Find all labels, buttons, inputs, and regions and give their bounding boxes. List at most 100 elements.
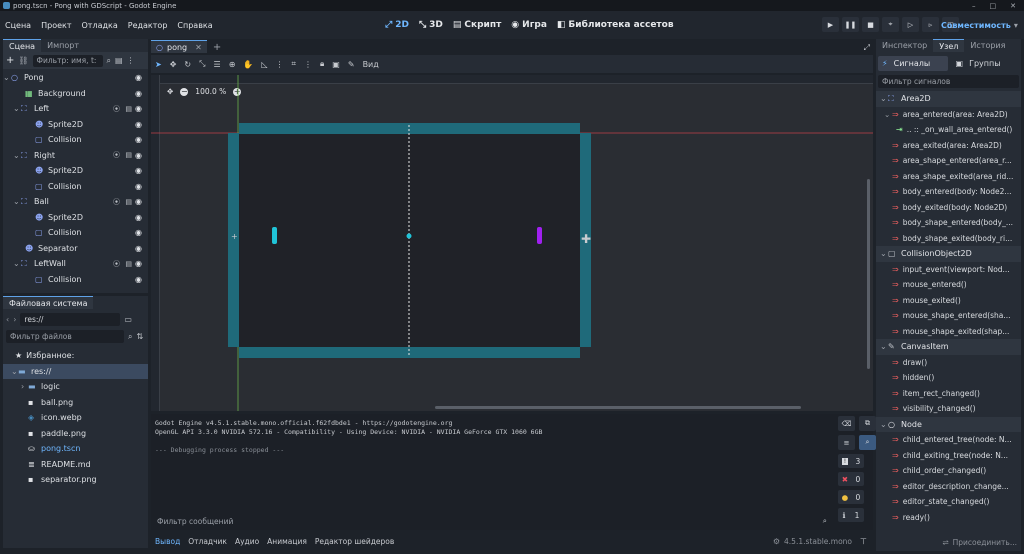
- menu-project[interactable]: Проект: [36, 21, 76, 30]
- visibility-eye-icon[interactable]: ◉: [135, 259, 144, 268]
- scene-node-row[interactable]: ☻ Sprite2D ◉: [3, 117, 148, 133]
- warning-counter[interactable]: ● 0: [838, 490, 864, 504]
- tab-history[interactable]: История: [964, 39, 1011, 52]
- pause-button[interactable]: ❚❚: [842, 17, 859, 32]
- copy-output-button[interactable]: ⧉: [859, 416, 876, 431]
- signal-row[interactable]: ⇒ item_rect_changed(): [876, 386, 1021, 402]
- signal-filter-input[interactable]: Фильтр сигналов: [878, 75, 1019, 88]
- tab-groups[interactable]: ▣ Группы: [950, 56, 1020, 71]
- forward-icon[interactable]: ›: [13, 315, 16, 324]
- signal-row[interactable]: ⇒ input_event(viewport: Nod...: [876, 262, 1021, 278]
- message-counter[interactable]: ! 3: [838, 454, 864, 468]
- visibility-eye-icon[interactable]: ◉: [135, 73, 144, 82]
- script-button[interactable]: ▤ Скрипт: [453, 20, 501, 30]
- favorites-row[interactable]: ★ Избранное:: [3, 348, 148, 364]
- view-menu[interactable]: Вид: [363, 60, 379, 69]
- chevron-down-icon[interactable]: ⌄: [13, 151, 21, 160]
- signal-class-header[interactable]: ⌄ ⛶ Area2D: [876, 91, 1021, 107]
- script-attach-icon[interactable]: ▤: [115, 56, 123, 65]
- chevron-down-icon[interactable]: ⌄: [11, 367, 18, 376]
- close-tab-icon[interactable]: ✕: [195, 41, 202, 54]
- scene-node-row[interactable]: ⌄ ○ Pong ◉: [3, 70, 148, 86]
- fs-filter-input[interactable]: Фильтр файлов: [6, 330, 124, 343]
- snap-options-icon[interactable]: ⋮: [304, 60, 312, 69]
- signal-row[interactable]: ⇒ hidden(): [876, 370, 1021, 386]
- signal-row[interactable]: ⇒ draw(): [876, 355, 1021, 371]
- scene-node-row[interactable]: ☻ Separator ◉: [3, 241, 148, 257]
- search-icon[interactable]: ⌕: [128, 332, 132, 342]
- group-icon[interactable]: ▣: [332, 60, 340, 69]
- menu-debug[interactable]: Отладка: [77, 21, 123, 30]
- split-view-icon[interactable]: ▭: [124, 315, 132, 324]
- tab-output[interactable]: Вывод: [151, 537, 184, 546]
- tab-pong-scene[interactable]: ○ pong ✕: [151, 40, 207, 53]
- play-scene-button[interactable]: ▷: [902, 17, 919, 32]
- stop-button[interactable]: ■: [862, 17, 879, 32]
- signal-connected-icon[interactable]: ⦿: [113, 259, 120, 269]
- ruler-tool-icon[interactable]: ◺: [261, 60, 267, 69]
- search-icon[interactable]: ⌕: [107, 56, 111, 66]
- lock-icon[interactable]: 🔒︎: [320, 59, 324, 69]
- fs-item[interactable]: ▪ paddle.png: [3, 426, 148, 442]
- h-scrollbar[interactable]: [435, 406, 801, 409]
- fs-item[interactable]: › ▬ logic: [3, 379, 148, 395]
- list-tool-icon[interactable]: ☰: [214, 60, 221, 69]
- signal-row[interactable]: ⇒ body_entered(body: Node2...: [876, 184, 1021, 200]
- collapse-button[interactable]: ≡: [838, 435, 855, 450]
- signal-row[interactable]: ⇒ ready(): [876, 510, 1021, 526]
- chevron-down-icon[interactable]: ⌄: [13, 104, 21, 113]
- signal-row[interactable]: ⇒ child_entered_tree(node: N...: [876, 432, 1021, 448]
- smart-snap-icon[interactable]: ⋮: [276, 60, 284, 69]
- pan-tool-icon[interactable]: ✋: [243, 60, 253, 69]
- visibility-eye-icon[interactable]: ◉: [135, 104, 144, 113]
- signal-class-header[interactable]: ⌄ ✎ CanvasItem: [876, 339, 1021, 355]
- sort-icon[interactable]: ⇅: [136, 332, 143, 341]
- add-node-icon[interactable]: +: [6, 55, 14, 66]
- tab-node[interactable]: Узел: [933, 39, 965, 52]
- signal-connected-icon[interactable]: ⦿: [113, 104, 120, 114]
- bone-icon[interactable]: ✎: [348, 60, 355, 69]
- game-button[interactable]: ◉ Игра: [511, 20, 547, 30]
- select-tool-icon[interactable]: ➤: [155, 60, 162, 69]
- scene-node-row[interactable]: ⌄ ⛶ Ball ⦿ ▤ ◉: [3, 194, 148, 210]
- output-filter-input[interactable]: Фильтр сообщений ⌕: [153, 514, 831, 528]
- signal-row[interactable]: ⇒ editor_description_change...: [876, 479, 1021, 495]
- signal-row[interactable]: ⇒ mouse_entered(): [876, 277, 1021, 293]
- signal-row[interactable]: ⇒ child_order_changed(): [876, 463, 1021, 479]
- signal-row[interactable]: ⇒ visibility_changed(): [876, 401, 1021, 417]
- fs-item[interactable]: ▪ ball.png: [3, 395, 148, 411]
- move-tool-icon[interactable]: ✥: [170, 60, 177, 69]
- fs-item[interactable]: ⌄ ▬ res://: [3, 363, 148, 379]
- signal-row[interactable]: ⇒ editor_state_changed(): [876, 494, 1021, 510]
- signal-row[interactable]: ⇒ body_exited(body: Node2D): [876, 200, 1021, 216]
- tab-filesystem[interactable]: Файловая система: [3, 296, 94, 309]
- signal-class-header[interactable]: ⌄ ▢ CollisionObject2D: [876, 246, 1021, 262]
- renderer-compatibility[interactable]: Совместимость ▾: [941, 11, 1018, 39]
- scene-filter-input[interactable]: Фильтр: имя, t:: [32, 54, 103, 67]
- pivot-tool-icon[interactable]: ⊕: [229, 60, 236, 69]
- visibility-eye-icon[interactable]: ◉: [135, 166, 144, 175]
- signal-row[interactable]: ⇒ mouse_shape_entered(sha...: [876, 308, 1021, 324]
- scene-node-row[interactable]: ⌄ ⛶ Left ⦿ ▤ ◉: [3, 101, 148, 117]
- fs-item[interactable]: ▪ separator.png: [3, 472, 148, 488]
- rotate-tool-icon[interactable]: ↻: [184, 60, 191, 69]
- scene-node-row[interactable]: ☻ Sprite2D ◉: [3, 210, 148, 226]
- signal-row[interactable]: ⇒ body_shape_exited(body_ri...: [876, 231, 1021, 247]
- tab-scene[interactable]: Сцена: [3, 39, 42, 52]
- visibility-eye-icon[interactable]: ◉: [135, 275, 144, 284]
- tab-audio[interactable]: Аудио: [231, 537, 263, 546]
- script-icon[interactable]: ▤: [125, 151, 132, 159]
- menu-editor[interactable]: Редактор: [123, 21, 173, 30]
- play-custom-button[interactable]: ▹: [922, 17, 939, 32]
- script-icon[interactable]: ▤: [125, 105, 132, 113]
- visibility-eye-icon[interactable]: ◉: [135, 135, 144, 144]
- minimize-button[interactable]: –: [972, 2, 976, 10]
- fs-path-input[interactable]: res://: [20, 313, 121, 326]
- visibility-eye-icon[interactable]: ◉: [135, 120, 144, 129]
- 2d-button[interactable]: ⤢ 2D: [385, 20, 409, 30]
- scene-node-row[interactable]: ⌄ ⛶ LeftWall ⦿ ▤ ◉: [3, 256, 148, 272]
- visibility-eye-icon[interactable]: ◉: [135, 213, 144, 222]
- fs-item[interactable]: ⛀ pong.tscn: [3, 441, 148, 457]
- 3d-button[interactable]: ⤡ 3D: [419, 20, 443, 30]
- signal-row[interactable]: ⇒ area_shape_exited(area_rid...: [876, 169, 1021, 185]
